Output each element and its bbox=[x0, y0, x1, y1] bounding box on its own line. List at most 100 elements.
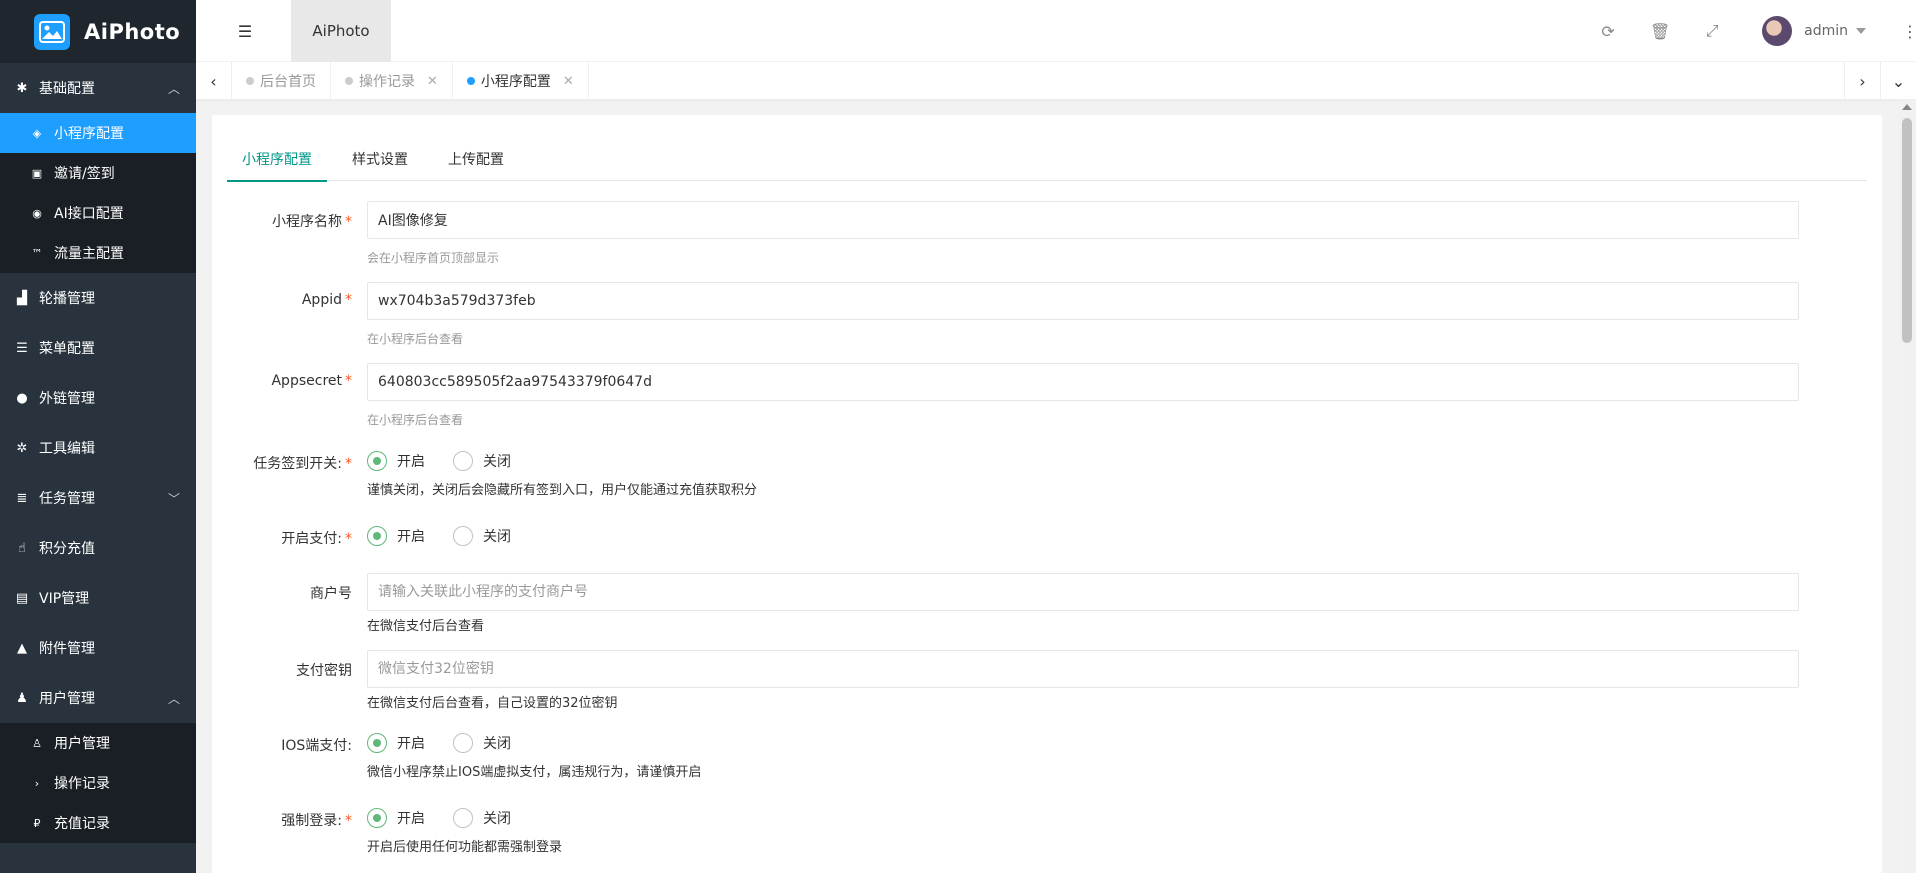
config-tabs: 小程序配置 样式设置 上传配置 bbox=[227, 140, 1867, 182]
id-card-icon: ▤ bbox=[15, 590, 29, 606]
tab-miniprogram-config[interactable]: 小程序配置 bbox=[227, 140, 327, 182]
photo-logo-icon bbox=[34, 13, 70, 50]
nav-group-carousel[interactable]: ▟ 轮播管理 bbox=[0, 273, 196, 323]
form-hint: 在微信支付后台查看 bbox=[367, 619, 485, 634]
tab-style-settings[interactable]: 样式设置 bbox=[337, 140, 423, 181]
nav-group-users[interactable]: ♟ 用户管理 ︿ bbox=[0, 673, 196, 723]
sidebar-item-traffic-config[interactable]: ™ 流量主配置 bbox=[0, 233, 196, 273]
radio-circle bbox=[367, 808, 387, 828]
form-hint: 微信小程序禁止IOS端虚拟支付，属违规行为，请谨慎开启 bbox=[367, 765, 702, 780]
form-hint: 会在小程序首页顶部显示 bbox=[367, 251, 500, 265]
nav-group-menu[interactable]: ☰ 菜单配置 bbox=[0, 323, 196, 373]
nav-group-label: 菜单配置 bbox=[39, 341, 95, 357]
tab-options-button[interactable]: ⌄ bbox=[1880, 62, 1916, 100]
form-label: IOS端支付: bbox=[281, 738, 352, 754]
scroll-up-arrow-icon[interactable] bbox=[1902, 104, 1912, 110]
sidebar-item-ai-config[interactable]: ◉ AI接口配置 bbox=[0, 193, 196, 233]
form-label: 任务签到开关: * bbox=[253, 456, 352, 472]
user-outline-icon: ♙ bbox=[32, 736, 42, 750]
tab-dot bbox=[246, 77, 254, 85]
radio-circle bbox=[453, 451, 473, 471]
page-tab-home[interactable]: 后台首页 bbox=[232, 62, 331, 100]
form-hint: 在微信支付后台查看，自己设置的32位密钥 bbox=[367, 696, 618, 711]
gear-icon: ✱ bbox=[16, 80, 28, 96]
more-vertical-icon[interactable]: ⋮ bbox=[1902, 22, 1916, 41]
logo[interactable]: AiPhoto bbox=[0, 0, 196, 63]
sidebar-item-label: 邀请/签到 bbox=[54, 166, 115, 182]
appsecret-input[interactable] bbox=[367, 363, 1799, 401]
sidebar-item-operation-log[interactable]: › 操作记录 bbox=[0, 763, 196, 803]
main-content: 小程序配置 样式设置 上传配置 小程序名称* 会在小程序首页顶部显示 Appid… bbox=[212, 115, 1882, 873]
header-app-tab[interactable]: AiPhoto bbox=[291, 0, 391, 62]
sidebar-item-invite-sign[interactable]: ▣ 邀请/签到 bbox=[0, 153, 196, 193]
caret-down-icon bbox=[1856, 28, 1866, 34]
page-scrollbar[interactable] bbox=[1898, 100, 1916, 873]
sidebar-item-user-manage[interactable]: ♙ 用户管理 bbox=[0, 723, 196, 763]
tab-upload-config[interactable]: 上传配置 bbox=[433, 140, 519, 181]
form-label: 支付密钥 bbox=[296, 663, 352, 679]
chevron-left-icon: ‹ bbox=[210, 71, 217, 91]
tab-scroll-right-button[interactable]: › bbox=[1844, 62, 1880, 100]
sign-switch-off-radio[interactable]: 关闭 bbox=[453, 451, 511, 471]
nav-group-vip[interactable]: ▤ VIP管理 bbox=[0, 573, 196, 623]
nav-group-label: 用户管理 bbox=[39, 691, 95, 707]
appid-input[interactable] bbox=[367, 282, 1799, 320]
ios-pay-off-radio[interactable]: 关闭 bbox=[453, 733, 511, 753]
tab-scroll-left-button[interactable]: ‹ bbox=[196, 62, 232, 100]
sidebar-item-recharge-log[interactable]: ₽ 充值记录 bbox=[0, 803, 196, 843]
page-tab-miniprogram-config[interactable]: 小程序配置 ✕ bbox=[453, 62, 589, 100]
user-icon: ♟ bbox=[16, 690, 28, 706]
close-icon[interactable]: ✕ bbox=[563, 74, 574, 89]
chevron-right-icon: › bbox=[1859, 71, 1866, 91]
miniprogram-name-input[interactable] bbox=[367, 201, 1799, 239]
nav-group-tools[interactable]: ✲ 工具编辑 bbox=[0, 423, 196, 473]
list-icon: ≣ bbox=[16, 490, 28, 506]
ios-pay-on-radio[interactable]: 开启 bbox=[367, 733, 425, 753]
radio-circle bbox=[453, 733, 473, 753]
pay-key-input[interactable] bbox=[367, 650, 1799, 688]
nav-group-label: 轮播管理 bbox=[39, 291, 95, 307]
contact-icon: ▣ bbox=[31, 166, 43, 180]
form-label: 强制登录: * bbox=[281, 813, 352, 829]
nav-group-label: 附件管理 bbox=[39, 641, 95, 657]
form-hint: 谨慎关闭，关闭后会隐藏所有签到入口，用户仅能通过充值获取积分 bbox=[367, 483, 758, 498]
pay-switch-off-radio[interactable]: 关闭 bbox=[453, 526, 511, 546]
trash-icon[interactable]: 🗑 bbox=[1634, 22, 1686, 41]
sidebar-item-label: AI接口配置 bbox=[54, 206, 124, 222]
tab-dot bbox=[345, 77, 353, 85]
radio-circle bbox=[367, 451, 387, 471]
chevron-down-icon: ﹀ bbox=[167, 492, 180, 506]
scroll-thumb[interactable] bbox=[1902, 118, 1912, 343]
nav-group-attachments[interactable]: ▲ 附件管理 bbox=[0, 623, 196, 673]
close-icon[interactable]: ✕ bbox=[427, 74, 438, 89]
sub-menu-basic-config: ◈ 小程序配置 ▣ 邀请/签到 ◉ AI接口配置 ™ 流量主配置 bbox=[0, 113, 196, 273]
eye-icon: ◈ bbox=[32, 126, 42, 140]
nav-group-points[interactable]: ☝ 积分充值 bbox=[0, 523, 196, 573]
nav-group-label: 工具编辑 bbox=[39, 441, 95, 457]
force-login-on-radio[interactable]: 开启 bbox=[367, 808, 425, 828]
user-menu[interactable]: admin bbox=[1762, 16, 1888, 46]
ios-pay-radios: 开启 关闭 bbox=[367, 733, 539, 753]
nav-group-links[interactable]: ● 外链管理 bbox=[0, 373, 196, 423]
nav-group-basic-config[interactable]: ✱ 基础配置 ︿ bbox=[0, 63, 196, 113]
force-login-off-radio[interactable]: 关闭 bbox=[453, 808, 511, 828]
chart-icon: ▟ bbox=[17, 290, 27, 306]
nav-group-label: 积分充值 bbox=[39, 541, 95, 557]
sign-switch-on-radio[interactable]: 开启 bbox=[367, 451, 425, 471]
sub-menu-users: ♙ 用户管理 › 操作记录 ₽ 充值记录 bbox=[0, 723, 196, 843]
chrome-icon: ◉ bbox=[32, 206, 42, 220]
fullscreen-icon[interactable]: ⤢ bbox=[1686, 21, 1738, 41]
form-label: Appsecret * bbox=[271, 373, 352, 389]
form-hint: 在小程序后台查看 bbox=[367, 332, 464, 346]
avatar bbox=[1762, 16, 1793, 46]
radio-circle bbox=[453, 808, 473, 828]
sidebar-toggle-button[interactable]: ☰ bbox=[196, 0, 294, 62]
sidebar-item-miniprogram-config[interactable]: ◈ 小程序配置 bbox=[0, 113, 196, 153]
android-icon: ● bbox=[16, 390, 28, 406]
pay-switch-on-radio[interactable]: 开启 bbox=[367, 526, 425, 546]
page-tab-operation-log[interactable]: 操作记录 ✕ bbox=[331, 62, 453, 100]
nav-group-tasks[interactable]: ≣ 任务管理 ﹀ bbox=[0, 473, 196, 523]
merchant-id-input[interactable] bbox=[367, 573, 1799, 611]
refresh-icon[interactable]: ⟳ bbox=[1582, 22, 1634, 41]
indent-icon: ☰ bbox=[237, 21, 253, 41]
